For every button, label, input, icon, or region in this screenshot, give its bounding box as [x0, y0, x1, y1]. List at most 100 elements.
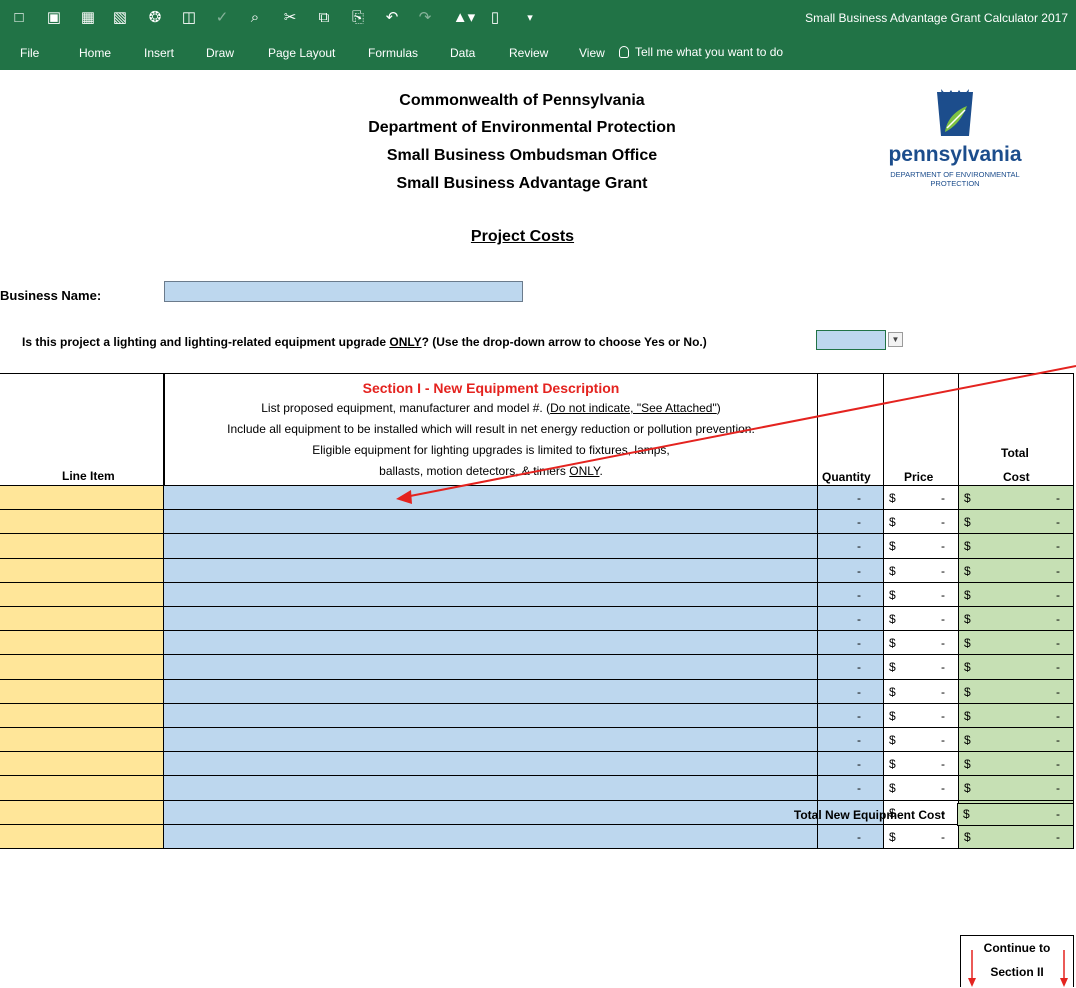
description-cell[interactable] [164, 655, 818, 680]
description-cell[interactable] [164, 703, 818, 728]
price-cell[interactable]: $ - [884, 655, 959, 680]
quantity-cell[interactable]: - [818, 510, 884, 535]
quantity-cell[interactable]: - [818, 824, 884, 849]
line-item-cell[interactable] [0, 631, 164, 656]
tell-me-box[interactable]: Tell me what you want to do [619, 45, 783, 59]
price-cell[interactable]: $ - [884, 631, 959, 656]
continue-to-section-ii-button[interactable]: Continue to Section II [960, 935, 1074, 987]
price-cell[interactable]: $ - [884, 776, 959, 801]
price-cell[interactable]: $ - [884, 486, 959, 511]
line-item-cell[interactable] [0, 534, 164, 559]
total-cost-cell[interactable]: $- [959, 582, 1074, 607]
find-icon[interactable]: ⌕ [246, 9, 264, 27]
price-cell[interactable]: $ - [884, 582, 959, 607]
line-item-cell[interactable] [0, 679, 164, 704]
line-item-cell[interactable] [0, 752, 164, 777]
quantity-cell[interactable]: - [818, 655, 884, 680]
description-cell[interactable] [164, 558, 818, 583]
total-cost-cell[interactable]: $- [959, 679, 1074, 704]
line-item-cell[interactable] [0, 728, 164, 753]
spelling-icon[interactable]: ✓ [213, 9, 231, 27]
customize-icon[interactable]: ▾ [521, 9, 539, 27]
price-cell[interactable]: $ - [884, 534, 959, 559]
line-item-cell[interactable] [0, 582, 164, 607]
total-cost-cell[interactable]: $- [959, 607, 1074, 632]
redo-icon[interactable]: ↷ [416, 9, 434, 27]
quantity-cell[interactable]: - [818, 607, 884, 632]
line-item-cell[interactable] [0, 776, 164, 801]
dropdown-arrow-button[interactable]: ▼ [888, 332, 903, 347]
description-cell[interactable] [164, 679, 818, 704]
quantity-cell[interactable]: - [818, 582, 884, 607]
price-cell[interactable]: $ - [884, 607, 959, 632]
description-cell[interactable] [164, 534, 818, 559]
price-cell[interactable]: $ - [884, 824, 959, 849]
total-cost-cell[interactable]: $- [959, 558, 1074, 583]
fill-color-icon[interactable]: ▲▾ [451, 9, 477, 27]
menu-insert[interactable]: Insert [144, 46, 174, 60]
description-cell[interactable] [164, 728, 818, 753]
price-cell[interactable]: $ - [884, 558, 959, 583]
line-item-cell[interactable] [0, 655, 164, 680]
menu-formulas[interactable]: Formulas [368, 46, 418, 60]
save-icon[interactable]: ▦ [79, 9, 97, 27]
menu-review[interactable]: Review [509, 46, 548, 60]
paste-icon[interactable]: ⎘ [349, 9, 367, 27]
total-cost-cell[interactable]: $- [959, 510, 1074, 535]
menu-draw[interactable]: Draw [206, 46, 234, 60]
total-cost-cell[interactable]: $- [959, 655, 1074, 680]
line-item-cell[interactable] [0, 800, 164, 825]
line-item-cell[interactable] [0, 607, 164, 632]
lighting-only-dropdown[interactable] [816, 330, 886, 350]
total-cost-cell[interactable]: $- [959, 752, 1074, 777]
total-cost-cell[interactable]: $- [959, 631, 1074, 656]
menu-data[interactable]: Data [450, 46, 475, 60]
description-cell[interactable] [164, 607, 818, 632]
quantity-cell[interactable]: - [818, 776, 884, 801]
price-cell[interactable]: $ - [884, 679, 959, 704]
description-cell[interactable] [164, 582, 818, 607]
quantity-cell[interactable]: - [818, 679, 884, 704]
quantity-cell[interactable]: - [818, 752, 884, 777]
business-name-input[interactable] [164, 281, 523, 302]
description-cell[interactable] [164, 752, 818, 777]
total-cost-cell[interactable]: $- [959, 824, 1074, 849]
open-folder-icon[interactable]: ▯ [486, 9, 504, 27]
total-cost-cell[interactable]: $- [959, 728, 1074, 753]
menu-home[interactable]: Home [79, 46, 111, 60]
description-cell[interactable] [164, 631, 818, 656]
line-item-cell[interactable] [0, 486, 164, 511]
quantity-cell[interactable]: - [818, 534, 884, 559]
description-cell[interactable] [164, 800, 818, 825]
cut-icon[interactable]: ✂ [281, 9, 299, 27]
total-cost-cell[interactable]: $- [959, 486, 1074, 511]
total-cost-cell[interactable]: $- [959, 703, 1074, 728]
total-cost-cell[interactable]: $- [959, 534, 1074, 559]
quantity-cell[interactable]: - [818, 631, 884, 656]
menu-file[interactable]: File [20, 46, 39, 60]
open-icon[interactable]: ▣ [45, 9, 63, 27]
print-preview-icon[interactable]: ◫ [180, 9, 198, 27]
save-as-icon[interactable]: ▧ [111, 9, 129, 27]
price-cell[interactable]: $ - [884, 752, 959, 777]
menu-page-layout[interactable]: Page Layout [268, 46, 335, 60]
price-cell[interactable]: $ - [884, 510, 959, 535]
copy-icon[interactable]: ⧉ [315, 9, 333, 27]
line-item-cell[interactable] [0, 703, 164, 728]
description-cell[interactable] [164, 776, 818, 801]
description-cell[interactable] [164, 510, 818, 535]
total-cost-cell[interactable]: $- [959, 776, 1074, 801]
line-item-cell[interactable] [0, 824, 164, 849]
quantity-cell[interactable]: - [818, 486, 884, 511]
new-icon[interactable]: □ [10, 9, 28, 27]
menu-view[interactable]: View [579, 46, 605, 60]
description-cell[interactable] [164, 486, 818, 511]
line-item-cell[interactable] [0, 558, 164, 583]
description-cell[interactable] [164, 824, 818, 849]
line-item-cell[interactable] [0, 510, 164, 535]
price-cell[interactable]: $ - [884, 728, 959, 753]
undo-icon[interactable]: ↶ [383, 9, 401, 27]
quantity-cell[interactable]: - [818, 703, 884, 728]
quantity-cell[interactable]: - [818, 558, 884, 583]
quantity-cell[interactable]: - [818, 728, 884, 753]
